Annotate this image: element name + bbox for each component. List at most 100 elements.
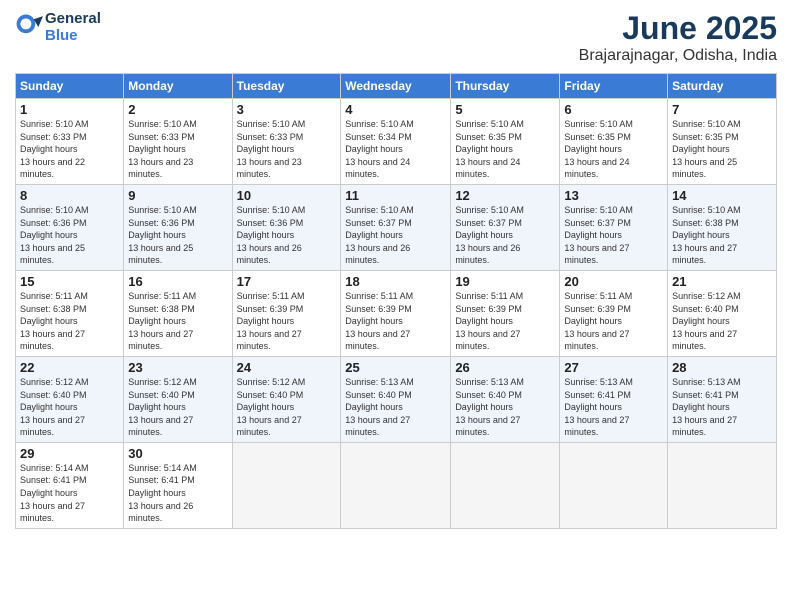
weekday-header-wednesday: Wednesday (341, 74, 451, 99)
calendar-cell: 27Sunrise: 5:13 AMSunset: 6:41 PMDayligh… (560, 356, 668, 442)
day-number: 22 (20, 360, 119, 375)
calendar-cell: 21Sunrise: 5:12 AMSunset: 6:40 PMDayligh… (668, 270, 777, 356)
day-number: 10 (237, 188, 337, 203)
day-number: 24 (237, 360, 337, 375)
calendar-cell: 12Sunrise: 5:10 AMSunset: 6:37 PMDayligh… (451, 184, 560, 270)
day-number: 14 (672, 188, 772, 203)
day-number: 15 (20, 274, 119, 289)
day-number: 1 (20, 102, 119, 117)
calendar-cell: 5Sunrise: 5:10 AMSunset: 6:35 PMDaylight… (451, 99, 560, 185)
day-number: 7 (672, 102, 772, 117)
weekday-header-friday: Friday (560, 74, 668, 99)
day-number: 9 (128, 188, 227, 203)
calendar-cell: 15Sunrise: 5:11 AMSunset: 6:38 PMDayligh… (16, 270, 124, 356)
calendar-cell: 7Sunrise: 5:10 AMSunset: 6:35 PMDaylight… (668, 99, 777, 185)
calendar-cell: 11Sunrise: 5:10 AMSunset: 6:37 PMDayligh… (341, 184, 451, 270)
weekday-header-sunday: Sunday (16, 74, 124, 99)
logo-line2: Blue (45, 27, 101, 44)
day-number: 16 (128, 274, 227, 289)
day-number: 5 (455, 102, 555, 117)
calendar-cell: 29Sunrise: 5:14 AMSunset: 6:41 PMDayligh… (16, 442, 124, 528)
day-info: Sunrise: 5:11 AMSunset: 6:39 PMDaylight … (564, 290, 663, 353)
logo-line1: General (45, 10, 101, 27)
day-number: 29 (20, 446, 119, 461)
day-info: Sunrise: 5:10 AMSunset: 6:37 PMDaylight … (455, 204, 555, 267)
day-info: Sunrise: 5:12 AMSunset: 6:40 PMDaylight … (237, 376, 337, 439)
calendar-week-row: 15Sunrise: 5:11 AMSunset: 6:38 PMDayligh… (16, 270, 777, 356)
day-info: Sunrise: 5:10 AMSunset: 6:33 PMDaylight … (237, 118, 337, 181)
logo-icon (15, 13, 43, 41)
calendar-cell (668, 442, 777, 528)
calendar-cell: 1Sunrise: 5:10 AMSunset: 6:33 PMDaylight… (16, 99, 124, 185)
calendar-cell: 28Sunrise: 5:13 AMSunset: 6:41 PMDayligh… (668, 356, 777, 442)
day-number: 26 (455, 360, 555, 375)
calendar-week-row: 1Sunrise: 5:10 AMSunset: 6:33 PMDaylight… (16, 99, 777, 185)
day-info: Sunrise: 5:10 AMSunset: 6:34 PMDaylight … (345, 118, 446, 181)
calendar-week-row: 22Sunrise: 5:12 AMSunset: 6:40 PMDayligh… (16, 356, 777, 442)
calendar-cell: 10Sunrise: 5:10 AMSunset: 6:36 PMDayligh… (232, 184, 341, 270)
calendar-cell: 14Sunrise: 5:10 AMSunset: 6:38 PMDayligh… (668, 184, 777, 270)
day-number: 27 (564, 360, 663, 375)
calendar-cell: 3Sunrise: 5:10 AMSunset: 6:33 PMDaylight… (232, 99, 341, 185)
day-number: 20 (564, 274, 663, 289)
day-info: Sunrise: 5:10 AMSunset: 6:36 PMDaylight … (20, 204, 119, 267)
weekday-header-thursday: Thursday (451, 74, 560, 99)
day-number: 12 (455, 188, 555, 203)
calendar-cell (560, 442, 668, 528)
day-info: Sunrise: 5:10 AMSunset: 6:35 PMDaylight … (564, 118, 663, 181)
calendar-cell (232, 442, 341, 528)
weekday-header-saturday: Saturday (668, 74, 777, 99)
day-info: Sunrise: 5:10 AMSunset: 6:37 PMDaylight … (564, 204, 663, 267)
day-info: Sunrise: 5:13 AMSunset: 6:40 PMDaylight … (345, 376, 446, 439)
calendar-table: SundayMondayTuesdayWednesdayThursdayFrid… (15, 73, 777, 529)
day-info: Sunrise: 5:13 AMSunset: 6:40 PMDaylight … (455, 376, 555, 439)
calendar-cell: 9Sunrise: 5:10 AMSunset: 6:36 PMDaylight… (124, 184, 232, 270)
calendar-cell: 4Sunrise: 5:10 AMSunset: 6:34 PMDaylight… (341, 99, 451, 185)
calendar-title: June 2025 (579, 10, 777, 47)
day-number: 25 (345, 360, 446, 375)
day-number: 2 (128, 102, 227, 117)
page-header: General Blue June 2025 Brajarajnagar, Od… (15, 10, 777, 65)
day-info: Sunrise: 5:12 AMSunset: 6:40 PMDaylight … (672, 290, 772, 353)
day-info: Sunrise: 5:14 AMSunset: 6:41 PMDaylight … (128, 462, 227, 525)
calendar-cell (341, 442, 451, 528)
calendar-cell: 20Sunrise: 5:11 AMSunset: 6:39 PMDayligh… (560, 270, 668, 356)
day-info: Sunrise: 5:12 AMSunset: 6:40 PMDaylight … (20, 376, 119, 439)
calendar-cell: 16Sunrise: 5:11 AMSunset: 6:38 PMDayligh… (124, 270, 232, 356)
day-number: 19 (455, 274, 555, 289)
calendar-cell: 2Sunrise: 5:10 AMSunset: 6:33 PMDaylight… (124, 99, 232, 185)
day-info: Sunrise: 5:14 AMSunset: 6:41 PMDaylight … (20, 462, 119, 525)
calendar-subtitle: Brajarajnagar, Odisha, India (579, 47, 777, 65)
day-number: 23 (128, 360, 227, 375)
day-number: 11 (345, 188, 446, 203)
day-info: Sunrise: 5:10 AMSunset: 6:38 PMDaylight … (672, 204, 772, 267)
calendar-cell: 17Sunrise: 5:11 AMSunset: 6:39 PMDayligh… (232, 270, 341, 356)
day-info: Sunrise: 5:11 AMSunset: 6:38 PMDaylight … (128, 290, 227, 353)
calendar-page: General Blue June 2025 Brajarajnagar, Od… (0, 0, 792, 612)
day-number: 8 (20, 188, 119, 203)
day-number: 18 (345, 274, 446, 289)
calendar-cell: 19Sunrise: 5:11 AMSunset: 6:39 PMDayligh… (451, 270, 560, 356)
day-number: 28 (672, 360, 772, 375)
calendar-cell: 26Sunrise: 5:13 AMSunset: 6:40 PMDayligh… (451, 356, 560, 442)
day-number: 4 (345, 102, 446, 117)
calendar-cell: 25Sunrise: 5:13 AMSunset: 6:40 PMDayligh… (341, 356, 451, 442)
calendar-cell: 24Sunrise: 5:12 AMSunset: 6:40 PMDayligh… (232, 356, 341, 442)
day-info: Sunrise: 5:11 AMSunset: 6:38 PMDaylight … (20, 290, 119, 353)
logo: General Blue (15, 10, 101, 44)
day-info: Sunrise: 5:10 AMSunset: 6:33 PMDaylight … (20, 118, 119, 181)
day-number: 21 (672, 274, 772, 289)
day-number: 30 (128, 446, 227, 461)
weekday-header-monday: Monday (124, 74, 232, 99)
day-info: Sunrise: 5:10 AMSunset: 6:33 PMDaylight … (128, 118, 227, 181)
weekday-header-tuesday: Tuesday (232, 74, 341, 99)
title-area: June 2025 Brajarajnagar, Odisha, India (579, 10, 777, 65)
day-info: Sunrise: 5:10 AMSunset: 6:37 PMDaylight … (345, 204, 446, 267)
day-info: Sunrise: 5:10 AMSunset: 6:35 PMDaylight … (455, 118, 555, 181)
day-number: 17 (237, 274, 337, 289)
calendar-cell: 6Sunrise: 5:10 AMSunset: 6:35 PMDaylight… (560, 99, 668, 185)
day-info: Sunrise: 5:10 AMSunset: 6:36 PMDaylight … (128, 204, 227, 267)
day-number: 6 (564, 102, 663, 117)
day-info: Sunrise: 5:13 AMSunset: 6:41 PMDaylight … (564, 376, 663, 439)
calendar-cell (451, 442, 560, 528)
